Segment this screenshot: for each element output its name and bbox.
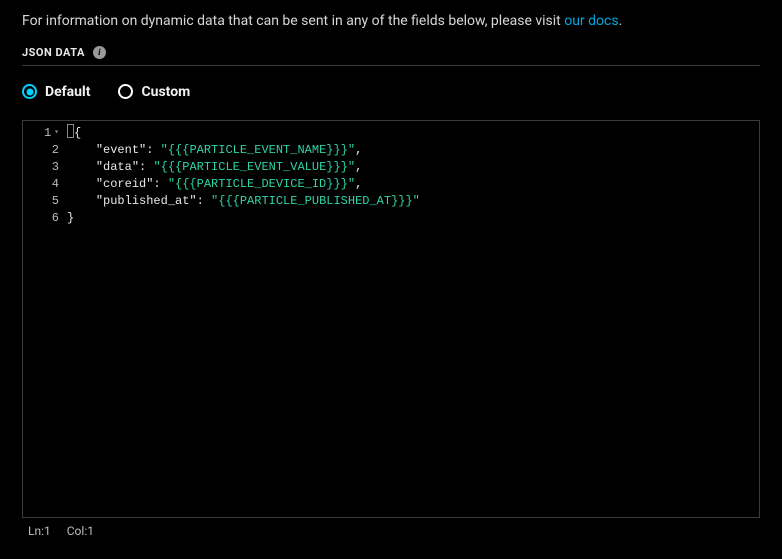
editor-gutter: 1▾23456 [23, 121, 63, 517]
gutter-line: 4 [23, 176, 63, 193]
code-line[interactable]: "coreid": "{{{PARTICLE_DEVICE_ID}}}", [67, 176, 759, 193]
intro-text: For information on dynamic data that can… [22, 12, 760, 32]
editor-cursor [67, 124, 74, 138]
intro-before: For information on dynamic data that can… [22, 13, 564, 29]
status-col: Col:1 [67, 524, 94, 538]
gutter-line: 1▾ [23, 125, 63, 142]
editor-statusbar: Ln:1 Col:1 [22, 518, 760, 538]
docs-link[interactable]: our docs [564, 13, 618, 29]
editor-code-area[interactable]: { "event": "{{{PARTICLE_EVENT_NAME}}}", … [63, 121, 759, 517]
default-radio-label: Default [45, 84, 90, 100]
code-line[interactable]: "event": "{{{PARTICLE_EVENT_NAME}}}", [67, 142, 759, 159]
gutter-line: 3 [23, 159, 63, 176]
default-radio[interactable] [22, 84, 37, 99]
json-mode-radio-group: Default Custom [22, 84, 760, 100]
fold-icon[interactable]: ▾ [54, 129, 59, 137]
json-editor[interactable]: 1▾23456 { "event": "{{{PARTICLE_EVENT_NA… [22, 120, 760, 518]
gutter-line: 6 [23, 210, 63, 227]
custom-radio-label: Custom [141, 84, 190, 100]
code-line[interactable]: } [67, 210, 759, 227]
code-line[interactable]: { [67, 125, 759, 142]
custom-radio[interactable] [118, 84, 133, 99]
code-line[interactable]: "published_at": "{{{PARTICLE_PUBLISHED_A… [67, 193, 759, 210]
gutter-line: 5 [23, 193, 63, 210]
json-data-label: JSON DATA [22, 46, 85, 59]
json-data-header: JSON DATA i [22, 46, 760, 66]
status-line: Ln:1 [28, 524, 51, 538]
default-option[interactable]: Default [22, 84, 90, 100]
code-line[interactable]: "data": "{{{PARTICLE_EVENT_VALUE}}}", [67, 159, 759, 176]
intro-after: . [619, 13, 623, 29]
custom-option[interactable]: Custom [118, 84, 190, 100]
gutter-line: 2 [23, 142, 63, 159]
info-icon[interactable]: i [93, 46, 106, 59]
